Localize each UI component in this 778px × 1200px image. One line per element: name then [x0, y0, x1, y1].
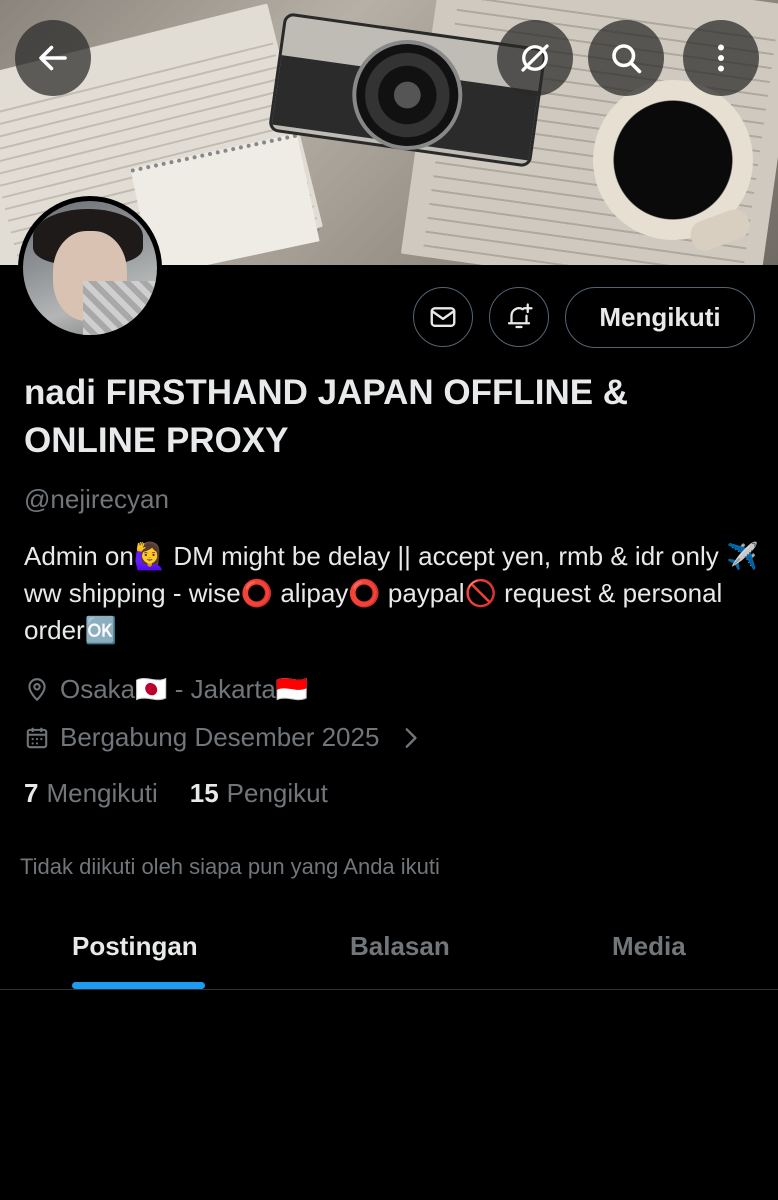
bell-plus-icon [507, 303, 533, 329]
followers-count: 15 [189, 778, 219, 808]
display-name: nadi FIRSTHAND JAPAN OFFLINE & ONLINE PR… [24, 373, 629, 460]
followed-by-notice: Tidak diikuti oleh siapa pun yang Anda i… [20, 854, 440, 879]
follow-stats: 7 Mengikuti 15 Pengikut [24, 778, 360, 809]
notification-button[interactable] [489, 287, 549, 347]
profile-tabs: Postingan Balasan Media [0, 915, 778, 990]
following-count: 7 [24, 778, 39, 808]
back-button[interactable] [15, 20, 91, 96]
joined-row[interactable]: Bergabung Desember 2025 [24, 722, 433, 753]
avatar[interactable] [18, 196, 162, 340]
arrow-left-icon [39, 45, 67, 71]
location-pin-icon [28, 677, 46, 701]
tab-media[interactable]: Media [612, 931, 686, 962]
profile-bio: Admin on🙋‍♀️ DM might be delay || accept… [24, 541, 759, 645]
user-handle: @nejirecyan [24, 484, 169, 514]
chevron-right-icon [406, 727, 418, 748]
message-button[interactable] [413, 287, 473, 347]
following-label: Mengikuti [46, 778, 158, 808]
calendar-icon [26, 727, 48, 748]
active-tab-indicator [72, 982, 205, 989]
search-icon [612, 44, 642, 74]
location-row: Osaka🇯🇵 - Jakarta🇮🇩 [24, 674, 308, 705]
followers-stat[interactable]: 15 Pengikut [190, 778, 328, 809]
tab-replies[interactable]: Balasan [350, 931, 450, 962]
avatar-image [23, 201, 157, 335]
slash-circle-icon [521, 44, 549, 72]
following-button[interactable]: Mengikuti [565, 287, 755, 348]
following-stat[interactable]: 7 Mengikuti [24, 778, 158, 809]
search-button[interactable] [588, 20, 664, 96]
banner-camera [265, 0, 550, 188]
more-vertical-icon [718, 44, 724, 72]
envelope-icon [430, 307, 456, 327]
location-text: Osaka🇯🇵 - Jakarta🇮🇩 [60, 674, 309, 704]
followers-label: Pengikut [226, 778, 328, 808]
more-button[interactable] [683, 20, 759, 96]
tab-posts[interactable]: Postingan [72, 931, 198, 962]
grok-button[interactable] [497, 20, 573, 96]
joined-text: Bergabung Desember 2025 [60, 722, 380, 752]
